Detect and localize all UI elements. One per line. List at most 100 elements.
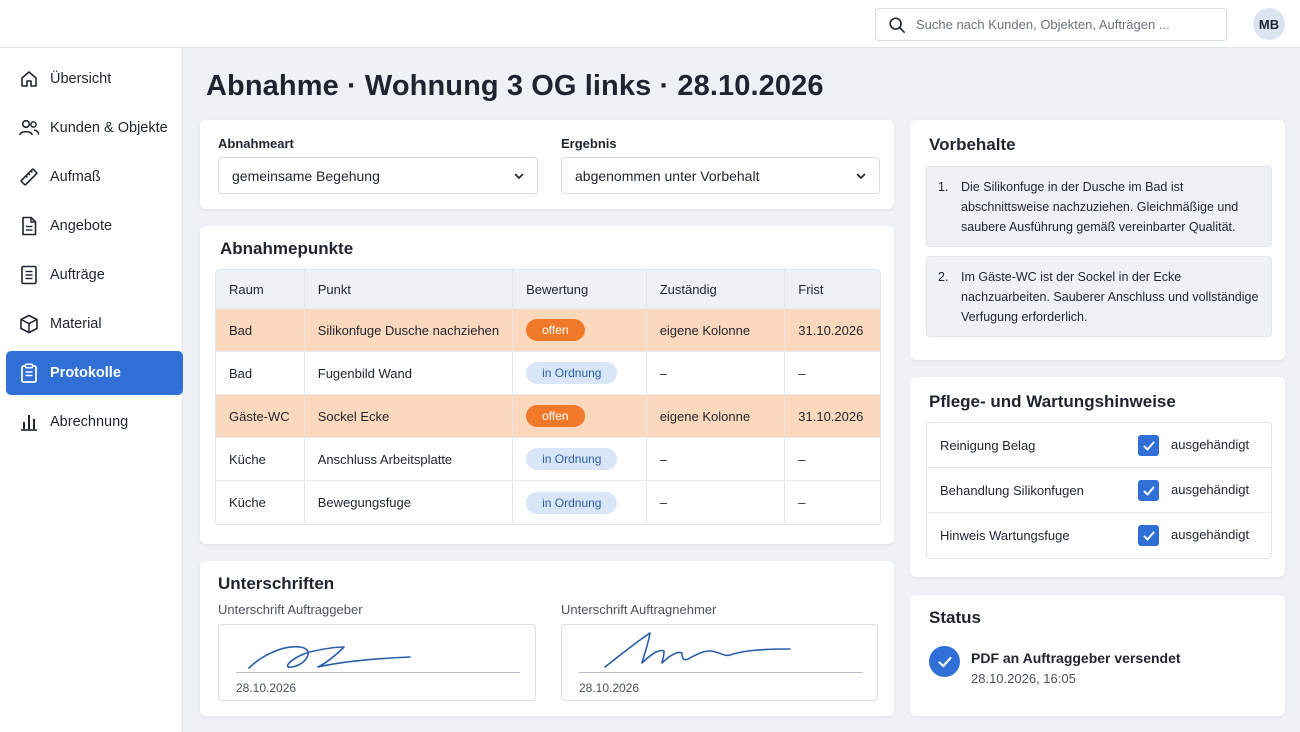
table-row[interactable]: Gäste-WC Sockel Ecke offen eigene Kolonn… — [216, 395, 880, 438]
pflege-title: Pflege- und Wartungshinweise — [929, 392, 1176, 411]
sidebar-item-aufmass[interactable]: Aufmaß — [6, 155, 183, 199]
status-badge: in Ordnung — [526, 448, 618, 470]
cell-zustaendig: – — [647, 438, 786, 480]
sidebar-item-abrechnung[interactable]: Abrechnung — [6, 400, 183, 444]
abnahmepunkte-table: Raum Punkt Bewertung Zuständig Frist Bad… — [215, 269, 881, 525]
sidebar-item-material[interactable]: Material — [6, 302, 183, 346]
auftraggeber-signature-label: Unterschrift Auftraggeber — [218, 602, 363, 617]
abnahmeart-label: Abnahmeart — [218, 136, 294, 151]
search-input[interactable] — [916, 17, 1206, 32]
document-icon — [18, 215, 40, 237]
ruler-icon — [18, 166, 40, 188]
vorbehalt-number: 1. — [938, 180, 949, 194]
sidebar-item-angebote[interactable]: Angebote — [6, 204, 183, 248]
auftragnehmer-signature-label: Unterschrift Auftragnehmer — [561, 602, 717, 617]
sidebar-item-label: Protokolle — [50, 365, 121, 381]
check-icon — [1143, 441, 1154, 450]
column-header-zustaendig: Zuständig — [647, 270, 786, 308]
vorbehalt-item: 2. Im Gäste-WC ist der Sockel in der Eck… — [926, 256, 1272, 337]
cell-punkt: Anschluss Arbeitsplatte — [305, 438, 514, 480]
auftraggeber-signature-field[interactable]: 28.10.2026 — [218, 624, 536, 701]
column-header-bewertung: Bewertung — [513, 270, 647, 308]
status-badge: in Ordnung — [526, 491, 618, 514]
chevron-down-icon — [856, 173, 866, 179]
pflege-item-label: Reinigung Belag — [940, 437, 1036, 453]
status-badge: in Ordnung — [526, 362, 618, 384]
pflege-item-state: ausgehändigt — [1171, 527, 1250, 542]
home-icon — [18, 68, 40, 90]
cell-punkt: Fugenbild Wand — [305, 352, 514, 394]
sidebar-item-auftraege[interactable]: Aufträge — [6, 253, 183, 297]
abnahmeart-select[interactable]: gemeinsame Begehung — [218, 157, 538, 194]
cell-bewertung: in Ordnung — [513, 438, 647, 480]
sidebar-item-uebersicht[interactable]: Übersicht — [6, 57, 183, 101]
cell-zustaendig: eigene Kolonne — [647, 395, 786, 437]
sidebar-item-label: Übersicht — [50, 71, 112, 87]
abnahmepunkte-card: Abnahmepunkte Raum Punkt Bewertung Zustä… — [200, 226, 894, 544]
ergebnis-select[interactable]: abgenommen unter Vorbehalt — [561, 157, 880, 194]
users-icon — [18, 117, 40, 139]
cell-frist: – — [798, 495, 806, 510]
sidebar-item-kunden-objekte[interactable]: Kunden & Objekte — [6, 106, 183, 150]
sidebar-item-label: Kunden & Objekte — [50, 120, 168, 136]
search-box[interactable] — [875, 8, 1227, 41]
status-text: PDF an Auftraggeber versendet — [971, 650, 1181, 666]
cell-zustaendig: – — [647, 481, 786, 524]
vorbehalt-text: Die Silikonfuge in der Dusche im Bad ist… — [961, 180, 1239, 234]
cell-punkt: Sockel Ecke — [305, 395, 514, 437]
cell-frist: 31.10.2026 — [798, 408, 864, 424]
table-row[interactable]: Bad Fugenbild Wand in Ordnung – – — [216, 352, 880, 395]
cell-bewertung: offen — [513, 309, 647, 351]
status-title: Status — [929, 608, 981, 627]
top-bar: MB — [0, 0, 1300, 48]
status-timestamp: 28.10.2026, 16:05 — [971, 671, 1076, 686]
vorbehalte-card: Vorbehalte 1. Die Silikonfuge in der Dus… — [910, 120, 1285, 360]
cell-zustaendig: eigene Kolonne — [647, 309, 786, 351]
column-header-raum: Raum — [216, 270, 305, 308]
vorbehalte-title: Vorbehalte — [929, 135, 1016, 154]
bar-chart-icon — [18, 411, 40, 433]
status-badge: offen — [526, 405, 585, 427]
checkbox[interactable] — [1138, 525, 1159, 546]
status-badge: offen — [526, 319, 585, 341]
auftraggeber-signature-date: 28.10.2026 — [236, 681, 297, 695]
abnahmepunkte-title: Abnahmepunkte — [220, 239, 354, 258]
abnahme-form-card: Abnahmeart gemeinsame Begehung Ergebnis … — [200, 120, 894, 209]
pflege-item-state: ausgehändigt — [1171, 482, 1250, 497]
sidebar-item-label: Aufmaß — [50, 169, 101, 185]
ergebnis-label: Ergebnis — [561, 136, 617, 151]
sidebar-item-label: Abrechnung — [50, 414, 129, 430]
column-header-punkt: Punkt — [305, 270, 514, 308]
sidebar-item-protokolle[interactable]: Protokolle — [6, 351, 183, 395]
check-circle-icon — [929, 646, 960, 677]
abnahmeart-value: gemeinsame Begehung — [232, 167, 380, 184]
cell-bewertung: offen — [513, 395, 647, 437]
list-icon — [18, 264, 40, 286]
column-header-frist: Frist — [798, 281, 824, 297]
table-row[interactable]: Küche Bewegungsfuge in Ordnung – – — [216, 481, 880, 524]
sidebar-item-label: Material — [50, 316, 102, 332]
check-icon — [1143, 531, 1154, 540]
checkbox[interactable] — [1138, 480, 1159, 501]
page-title: Abnahme · Wohnung 3 OG links · 28.10.202… — [206, 70, 824, 102]
sidebar-item-label: Angebote — [50, 218, 113, 234]
cell-frist: – — [798, 451, 806, 467]
pflege-card: Pflege- und Wartungshinweise Reinigung B… — [910, 377, 1285, 577]
vorbehalt-text: Im Gäste-WC ist der Sockel in der Ecke n… — [961, 270, 1259, 324]
table-header-row: Raum Punkt Bewertung Zuständig Frist — [216, 270, 880, 309]
avatar[interactable]: MB — [1253, 8, 1285, 40]
vorbehalt-number: 2. — [938, 270, 949, 284]
table-row[interactable]: Küche Anschluss Arbeitsplatte in Ordnung… — [216, 438, 880, 481]
signature-line — [236, 672, 520, 673]
table-row[interactable]: Bad Silikonfuge Dusche nachziehen offen … — [216, 309, 880, 352]
sidebar: Übersicht Kunden & Objekte Aufmaß Angebo… — [0, 48, 183, 732]
list-item: Behandlung Silikonfugen ausgehändigt — [927, 468, 1271, 513]
cell-raum: Gäste-WC — [216, 395, 305, 437]
checkbox[interactable] — [1138, 435, 1159, 456]
signature-auftraggeber — [248, 645, 411, 669]
sidebar-item-label: Aufträge — [50, 267, 105, 283]
auftragnehmer-signature-field[interactable]: 28.10.2026 — [561, 624, 878, 701]
vorbehalt-item: 1. Die Silikonfuge in der Dusche im Bad … — [926, 166, 1272, 247]
signature-auftragnehmer — [604, 632, 791, 668]
clipboard-icon — [18, 362, 40, 384]
